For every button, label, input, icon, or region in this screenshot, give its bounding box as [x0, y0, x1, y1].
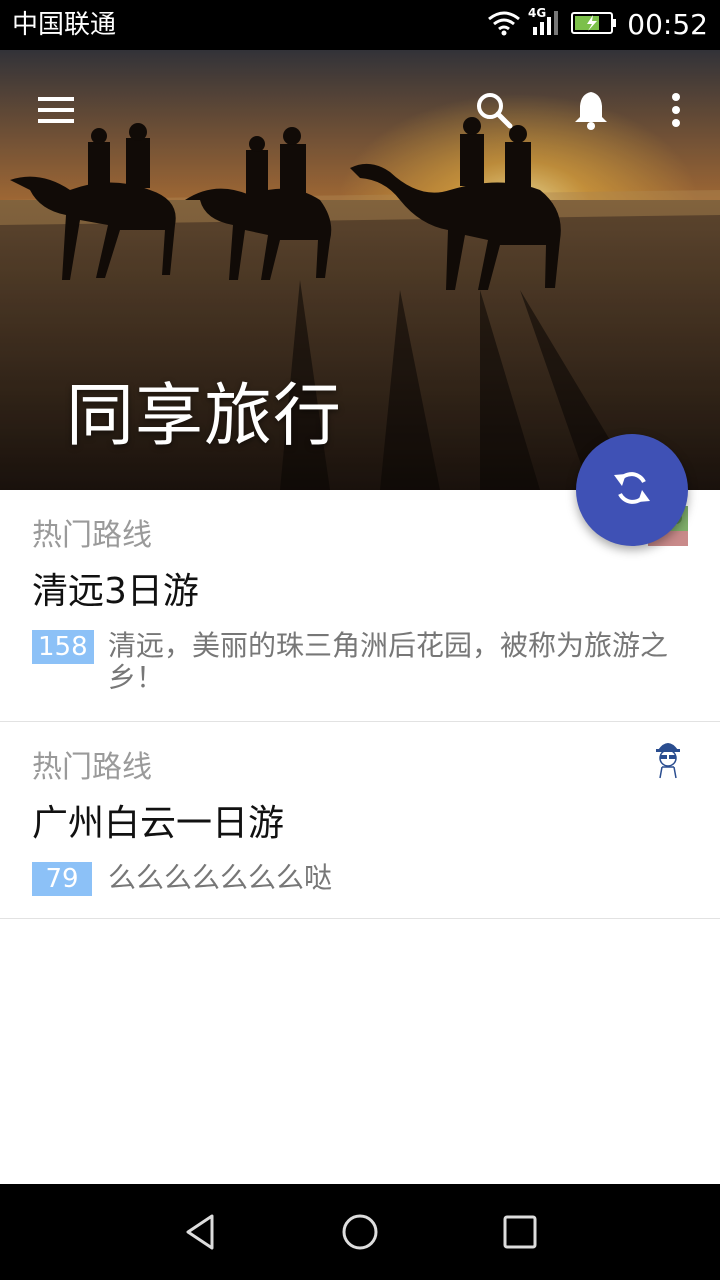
route-description: 么么么么么么么哒	[108, 861, 333, 894]
back-icon[interactable]	[176, 1208, 224, 1256]
view-count-badge: 158	[32, 630, 94, 664]
refresh-button[interactable]	[576, 434, 688, 546]
wifi-icon	[487, 10, 521, 40]
view-count-badge: 79	[32, 862, 92, 896]
signal-icon	[531, 9, 561, 41]
more-vert-icon[interactable]	[646, 80, 706, 140]
route-description: 清远，美丽的珠三角洲后花园，被称为旅游之乡！	[108, 629, 669, 694]
bell-icon[interactable]	[561, 80, 621, 140]
home-icon[interactable]	[336, 1208, 384, 1256]
recents-icon[interactable]	[496, 1208, 544, 1256]
clock: 00:52	[627, 8, 708, 41]
refresh-icon	[610, 466, 654, 514]
route-title: 广州白云一日游	[32, 803, 285, 844]
header-banner: 同享旅行	[0, 50, 720, 490]
route-category: 热门路线	[32, 750, 152, 785]
route-card[interactable]: 热门路线 广州白云一日游 79 么么么么么么么哒	[0, 722, 720, 919]
user-avatar	[648, 736, 688, 780]
carrier-label: 中国联通	[12, 10, 117, 40]
status-bar: 中国联通 4G 00:52	[0, 0, 720, 50]
route-category: 热门路线	[32, 518, 152, 553]
route-title: 清远3日游	[32, 571, 199, 612]
menu-icon[interactable]	[26, 80, 86, 140]
system-nav-bar	[0, 1184, 720, 1280]
search-icon[interactable]	[464, 80, 524, 140]
battery-icon	[571, 11, 617, 39]
page-title: 同享旅行	[66, 377, 343, 456]
